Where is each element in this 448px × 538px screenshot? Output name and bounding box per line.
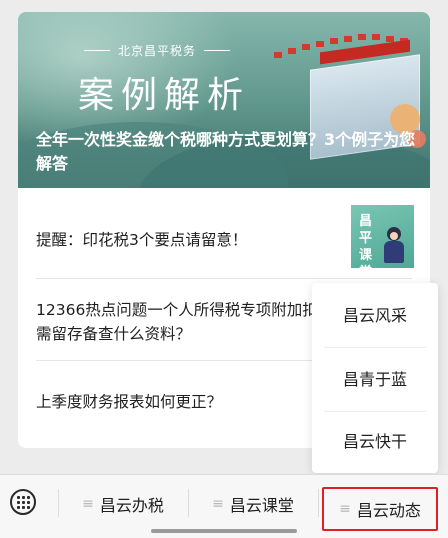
banner-title: 案例解析 <box>78 75 251 116</box>
character-illustration <box>383 227 405 265</box>
home-indicator[interactable] <box>151 529 297 533</box>
menu-icon: ≡ <box>82 496 94 512</box>
submenu-divider <box>324 347 426 348</box>
tab-label: 昌云课堂 <box>229 496 294 515</box>
banner[interactable]: 北京昌平税务 案例解析 全年一次性奖金缴个税哪种方式更划算？3个例子为您解答 <box>18 12 430 188</box>
tab-label: 昌云动态 <box>356 501 421 520</box>
divider <box>36 278 412 279</box>
thumbnail-text: 昌平课堂 <box>359 214 373 280</box>
tab-dongtai[interactable]: ≡ 昌云动态 <box>322 487 438 531</box>
menu-icon: ≡ <box>212 496 224 512</box>
banner-brand: 北京昌平税务 <box>84 42 231 59</box>
tab-separator <box>318 489 319 517</box>
submenu-item-fengcai[interactable]: 昌云风采 <box>312 285 438 347</box>
submenu-item-qingyulan[interactable]: 昌青于蓝 <box>312 349 438 411</box>
tab-ketang[interactable]: ≡ 昌云课堂 <box>190 475 316 533</box>
article-item-2[interactable]: 12366热点问题一个人所得税专项附加扣除需留存备查什么资料？ <box>36 298 336 346</box>
tab-separator <box>188 489 189 517</box>
submenu-popup: 昌云风采 昌青于蓝 昌云快干 <box>312 283 438 473</box>
tab-separator <box>58 489 59 517</box>
tab-banshui[interactable]: ≡ 昌云办税 <box>60 475 186 533</box>
submenu-item-kuaigan[interactable]: 昌云快干 <box>312 411 438 473</box>
menu-icon: ≡ <box>339 501 351 517</box>
headline-link[interactable]: 全年一次性奖金缴个税哪种方式更划算？3个例子为您解答 <box>36 128 416 176</box>
article-thumbnail[interactable]: 昌平课堂 <box>351 205 414 280</box>
keyboard-icon[interactable] <box>10 489 36 515</box>
tab-label: 昌云办税 <box>99 496 164 515</box>
